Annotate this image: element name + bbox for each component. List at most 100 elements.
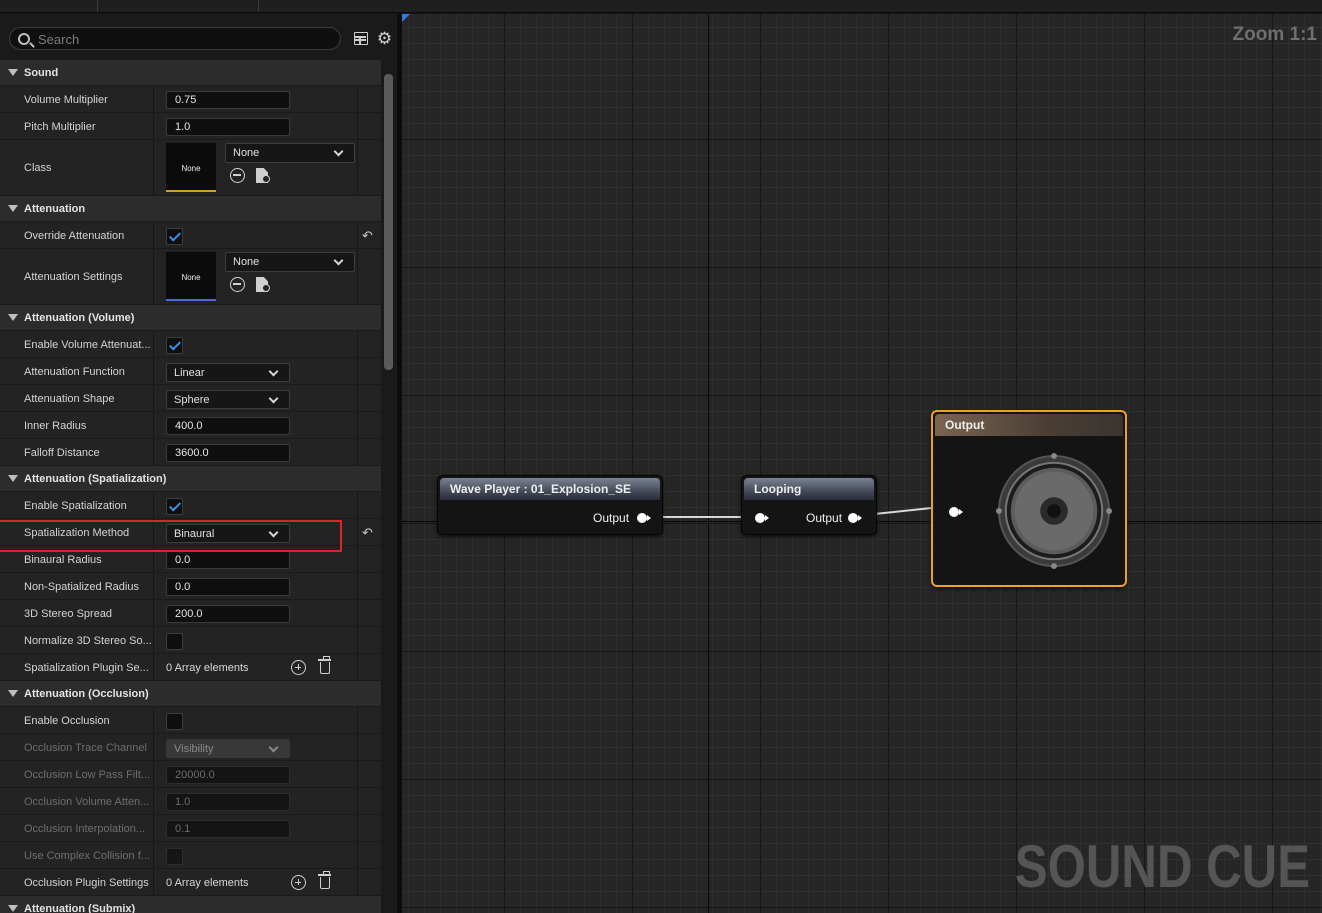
output-pin-label: Output	[593, 511, 630, 525]
attenuation-function-dropdown[interactable]: Linear	[166, 363, 290, 382]
collapse-arrow-icon	[8, 905, 18, 912]
property-label: Occlusion Trace Channel	[24, 742, 147, 754]
class-asset-picker[interactable]: None	[225, 143, 355, 163]
chevron-down-icon	[268, 393, 279, 404]
category-attenuation-occlusion[interactable]: Attenuation (Occlusion)	[0, 681, 381, 707]
normalize-3d-stereo-checkbox[interactable]	[166, 633, 183, 650]
property-label: Enable Spatialization	[24, 500, 127, 512]
array-count: 0 Array elements	[166, 877, 249, 889]
property-label: Falloff Distance	[24, 447, 100, 459]
category-attenuation-volume[interactable]: Attenuation (Volume)	[0, 305, 381, 331]
search-input[interactable]	[38, 31, 328, 47]
input-pin[interactable]	[755, 513, 769, 523]
reset-to-default-icon[interactable]: ↶	[362, 229, 375, 242]
reset-to-default-icon[interactable]: ↶	[362, 526, 375, 539]
enable-volume-attenuation-checkbox[interactable]	[166, 337, 183, 354]
category-attenuation[interactable]: Attenuation	[0, 196, 381, 222]
property-label: Occlusion Low Pass Filt...	[24, 769, 150, 781]
zoom-level: Zoom 1:1	[1232, 24, 1317, 45]
stereo-spread-field[interactable]: 200.0	[166, 605, 290, 623]
binaural-radius-field[interactable]: 0.0	[166, 551, 290, 569]
property-label: Class	[24, 162, 52, 174]
complex-collision-checkbox	[166, 848, 183, 865]
occlusion-low-pass-field: 20000.0	[166, 766, 290, 784]
property-label: Use Complex Collision f...	[24, 850, 150, 862]
attenuation-asset-thumbnail[interactable]: None	[166, 252, 216, 301]
attenuation-shape-dropdown[interactable]: Sphere	[166, 390, 290, 409]
use-selected-asset-icon[interactable]	[230, 168, 245, 183]
add-element-icon[interactable]	[291, 660, 306, 675]
browse-magnifier-icon	[262, 175, 270, 183]
row-enable-spatialization: Enable Spatialization	[0, 492, 381, 519]
chevron-down-icon	[268, 527, 279, 538]
details-panel: ⚙ Sound Volume Multiplier 0.75 Pitch Mul…	[0, 14, 397, 913]
property-list: Sound Volume Multiplier 0.75 Pitch Multi…	[0, 60, 381, 913]
collapse-arrow-icon	[8, 314, 18, 321]
override-attenuation-checkbox[interactable]	[166, 228, 183, 245]
add-element-icon[interactable]	[291, 875, 306, 890]
property-matrix-icon[interactable]	[354, 32, 368, 45]
property-label: Inner Radius	[24, 420, 87, 432]
falloff-distance-field[interactable]: 3600.0	[166, 444, 290, 462]
search-box[interactable]	[9, 27, 341, 50]
row-spatialization-method: Spatialization Method Binaural ↶	[0, 519, 381, 546]
looping-node[interactable]: Looping Output	[741, 475, 877, 535]
enable-spatialization-checkbox[interactable]	[166, 498, 183, 515]
category-sound[interactable]: Sound	[0, 60, 381, 86]
class-asset-thumbnail[interactable]: None	[166, 143, 216, 192]
wave-player-node[interactable]: Wave Player : 01_Explosion_SE Output	[437, 475, 663, 535]
property-label: Occlusion Volume Atten...	[24, 796, 150, 808]
row-falloff-distance: Falloff Distance 3600.0	[0, 439, 381, 466]
property-label: Attenuation Settings	[24, 271, 123, 283]
row-attenuation-function: Attenuation Function Linear	[0, 358, 381, 385]
input-pin[interactable]	[949, 507, 963, 517]
trash-icon[interactable]	[318, 871, 331, 889]
node-title: Wave Player : 01_Explosion_SE	[440, 478, 660, 500]
node-title: Looping	[744, 478, 874, 500]
non-spatialized-radius-field[interactable]: 0.0	[166, 578, 290, 596]
category-attenuation-spatialization[interactable]: Attenuation (Spatialization)	[0, 466, 381, 492]
gear-icon[interactable]: ⚙	[376, 30, 393, 47]
category-title: Sound	[24, 67, 59, 79]
output-pin[interactable]	[848, 513, 862, 523]
chevron-down-icon	[268, 366, 279, 377]
row-class: Class None None	[0, 140, 381, 196]
row-override-attenuation: Override Attenuation ↶	[0, 222, 381, 249]
property-label: Spatialization Plugin Se...	[24, 662, 149, 674]
row-3d-stereo-spread: 3D Stereo Spread 200.0	[0, 600, 381, 627]
output-node[interactable]: Output	[931, 410, 1127, 587]
scrollbar-thumb[interactable]	[384, 74, 393, 370]
category-title: Attenuation (Submix)	[24, 903, 136, 913]
property-label: Override Attenuation	[24, 230, 125, 242]
chevron-down-icon	[333, 255, 344, 266]
row-enable-occlusion: Enable Occlusion	[0, 707, 381, 734]
connection-wire[interactable]	[652, 516, 743, 518]
browse-magnifier-icon	[262, 284, 270, 292]
property-label: Spatialization Method	[24, 527, 130, 539]
dropdown-value: Linear	[174, 367, 205, 379]
details-scrollbar[interactable]	[384, 74, 393, 913]
graph-watermark: SOUND CUE	[1014, 833, 1310, 900]
attenuation-asset-picker[interactable]: None	[225, 252, 355, 272]
dropdown-value: Visibility	[174, 743, 214, 755]
spatialization-method-dropdown[interactable]: Binaural	[166, 524, 290, 543]
row-attenuation-shape: Attenuation Shape Sphere	[0, 385, 381, 412]
inner-radius-field[interactable]: 400.0	[166, 417, 290, 435]
details-search-row: ⚙	[0, 14, 397, 60]
enable-occlusion-checkbox[interactable]	[166, 713, 183, 730]
trash-icon[interactable]	[318, 656, 331, 674]
pitch-multiplier-field[interactable]: 1.0	[166, 118, 290, 136]
node-title: Output	[935, 414, 1123, 436]
category-attenuation-submix[interactable]: Attenuation (Submix)	[0, 896, 381, 913]
use-selected-asset-icon[interactable]	[230, 277, 245, 292]
collapse-arrow-icon	[8, 205, 18, 212]
output-pin[interactable]	[637, 513, 651, 523]
occlusion-interpolation-field: 0.1	[166, 820, 290, 838]
property-label: Occlusion Plugin Settings	[24, 877, 149, 889]
volume-multiplier-field[interactable]: 0.75	[166, 91, 290, 109]
collapse-arrow-icon	[8, 69, 18, 76]
collapse-arrow-icon	[8, 690, 18, 697]
sound-cue-graph[interactable]: Zoom 1:1 SOUND CUE Wave Player : 01_Expl…	[402, 14, 1322, 913]
property-label: Enable Occlusion	[24, 715, 110, 727]
attenuation-asset-value: None	[233, 256, 260, 268]
